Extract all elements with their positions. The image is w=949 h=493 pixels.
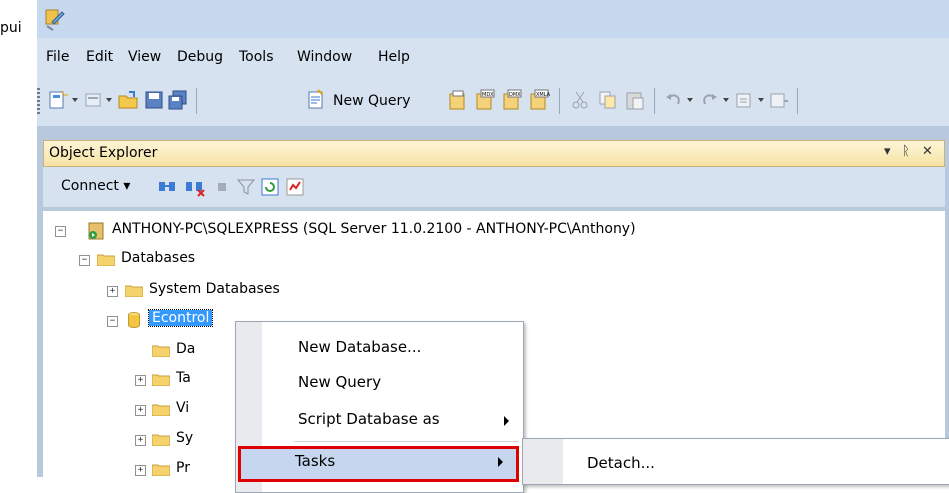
- navigate-backward-icon[interactable]: [734, 89, 756, 111]
- submenu-gutter: [523, 439, 563, 484]
- svg-text:DMX: DMX: [509, 92, 521, 98]
- ssms-app-icon[interactable]: [43, 6, 65, 32]
- folder-icon: [152, 345, 170, 357]
- object-explorer-toolbar: Connect ▾: [43, 167, 945, 207]
- menu-window[interactable]: Window: [297, 49, 352, 65]
- background-text: pui: [0, 20, 22, 36]
- toolbar-grip[interactable]: [37, 88, 40, 114]
- refresh-icon[interactable]: [259, 176, 281, 198]
- folder-icon: [97, 254, 115, 266]
- paste-icon[interactable]: [624, 89, 646, 111]
- tree-child-label: Sy: [176, 430, 194, 446]
- tree-node-databases[interactable]: − Databases: [43, 250, 443, 270]
- toolbar-separator: [196, 88, 197, 114]
- expand-icon[interactable]: +: [135, 375, 146, 386]
- toolbar-separator: [654, 88, 655, 114]
- window-position-dropdown-icon[interactable]: ▾: [884, 144, 891, 159]
- collapse-icon[interactable]: −: [107, 316, 118, 327]
- xmla-query-icon[interactable]: XMLA: [528, 89, 550, 111]
- database-icon: [128, 312, 140, 328]
- tree-node-system-databases[interactable]: + System Databases: [43, 281, 443, 301]
- close-icon[interactable]: ✕: [922, 144, 933, 159]
- new-query-icon[interactable]: [305, 89, 327, 111]
- folder-icon: [152, 464, 170, 476]
- add-item-icon[interactable]: [82, 89, 104, 111]
- tree-node-server[interactable]: − ANTHONY-PC\SQLEXPRESS (SQL Server 11.0…: [43, 221, 943, 241]
- collapse-icon[interactable]: −: [55, 226, 66, 237]
- new-query-button[interactable]: New Query: [333, 93, 411, 109]
- navigate-dropdown-icon[interactable]: [758, 98, 764, 102]
- cut-icon[interactable]: [569, 89, 591, 111]
- menu-item-script-database-as[interactable]: Script Database as: [298, 410, 440, 428]
- object-explorer-header: Object Explorer ▾ ᚱ ✕: [43, 140, 945, 167]
- menu-help[interactable]: Help: [378, 49, 410, 65]
- menu-tools[interactable]: Tools: [239, 49, 274, 65]
- svg-text:MDX: MDX: [482, 92, 494, 98]
- new-project-dropdown-icon[interactable]: [72, 98, 78, 102]
- svg-text:XMLA: XMLA: [536, 92, 550, 98]
- tasks-submenu: Detach...: [522, 438, 949, 485]
- analysis-mdx-query-icon[interactable]: MDX: [474, 89, 496, 111]
- expand-icon[interactable]: +: [107, 286, 118, 297]
- submenu-arrow-icon: [498, 457, 503, 467]
- save-icon[interactable]: [143, 89, 165, 111]
- pin-icon[interactable]: ᚱ: [902, 144, 910, 159]
- submenu-arrow-icon: [504, 416, 509, 426]
- toolbar-separator: [797, 88, 798, 114]
- folder-icon: [152, 374, 170, 386]
- tree-child-label: Da: [176, 341, 196, 357]
- activity-monitor-icon[interactable]: [284, 176, 306, 198]
- expand-icon[interactable]: +: [135, 465, 146, 476]
- add-item-dropdown-icon[interactable]: [106, 98, 112, 102]
- menu-view[interactable]: View: [128, 49, 161, 65]
- filter-icon[interactable]: [235, 176, 257, 198]
- undo-icon[interactable]: [663, 89, 685, 111]
- menu-item-detach[interactable]: Detach...: [587, 454, 655, 472]
- menu-file[interactable]: File: [46, 49, 69, 65]
- tree-child-label: Ta: [176, 370, 191, 386]
- redo-dropdown-icon[interactable]: [723, 98, 729, 102]
- undo-dropdown-icon[interactable]: [687, 98, 693, 102]
- folder-icon: [152, 404, 170, 416]
- toolbar-separator: [559, 88, 560, 114]
- menu-item-new-database[interactable]: New Database...: [298, 338, 421, 356]
- expand-icon[interactable]: +: [135, 435, 146, 446]
- collapse-icon[interactable]: −: [79, 255, 90, 266]
- open-folder-icon[interactable]: [117, 89, 139, 111]
- title-bar: [37, 0, 949, 38]
- new-project-icon[interactable]: [47, 89, 69, 111]
- databases-label: Databases: [121, 250, 196, 266]
- menu-debug[interactable]: Debug: [177, 49, 223, 65]
- tree-child-label: Pr: [176, 460, 190, 476]
- disconnect-icon[interactable]: [184, 176, 206, 198]
- menu-item-new-query[interactable]: New Query: [298, 373, 381, 391]
- navigate-forward-icon[interactable]: [768, 89, 790, 111]
- menu-bar: File Edit View Debug Tools Window Help: [37, 38, 949, 76]
- context-menu: New Database... New Query Script Databas…: [235, 321, 524, 493]
- server-label: ANTHONY-PC\SQLEXPRESS (SQL Server 11.0.2…: [112, 221, 636, 237]
- connect-button[interactable]: Connect ▾: [61, 178, 130, 194]
- connect-object-explorer-icon[interactable]: [157, 176, 179, 198]
- system-databases-label: System Databases: [149, 281, 280, 297]
- menu-edit[interactable]: Edit: [86, 49, 113, 65]
- menu-separator: [294, 441, 519, 442]
- server-icon: [88, 222, 104, 240]
- save-all-icon[interactable]: [167, 89, 189, 111]
- stop-icon[interactable]: [211, 176, 233, 198]
- folder-icon: [152, 434, 170, 446]
- copy-icon[interactable]: [597, 89, 619, 111]
- econtrol-label: Econtrol: [147, 309, 214, 327]
- object-explorer-title: Object Explorer: [49, 145, 158, 161]
- analysis-dmx-query-icon[interactable]: DMX: [501, 89, 523, 111]
- folder-icon: [125, 285, 143, 297]
- redo-icon[interactable]: [698, 89, 720, 111]
- tree-child-label: Vi: [176, 400, 190, 416]
- menu-item-tasks[interactable]: Tasks: [295, 452, 335, 470]
- standard-toolbar: New Query MDX DMX XMLA: [37, 76, 949, 126]
- database-engine-query-icon[interactable]: [447, 89, 469, 111]
- expand-icon[interactable]: +: [135, 405, 146, 416]
